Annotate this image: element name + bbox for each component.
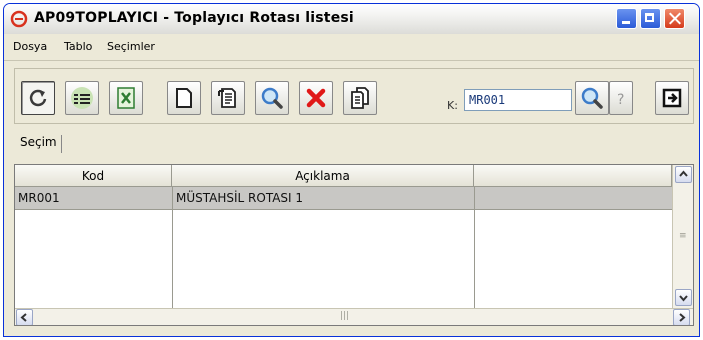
exit-icon [662,88,682,108]
table-row[interactable]: MR001 MÜSTAHSİL ROTASI 1 [15,187,672,210]
new-document-icon [176,88,192,108]
excel-export-button[interactable] [109,81,143,115]
toolbar: K: ? [14,68,694,124]
list-view-button[interactable] [65,81,99,115]
scroll-grip-icon: ||| [340,311,350,321]
chevron-left-icon [20,313,27,322]
scroll-up-button[interactable] [675,166,692,183]
app-window: AP09TOPLAYICI - Toplayıcı Rotası listesi… [3,3,700,337]
tab-secim[interactable]: Seçim [20,135,62,153]
edit-document-button[interactable] [211,81,245,115]
delete-icon [306,88,326,108]
close-button[interactable] [664,8,685,29]
find-button[interactable] [575,81,609,115]
minimize-button[interactable] [616,8,637,29]
chevron-right-icon [679,313,686,322]
window-title: AP09TOPLAYICI - Toplayıcı Rotası listesi [34,10,354,26]
search-button[interactable] [255,81,289,115]
chevron-down-icon [679,295,688,302]
menu-dosya[interactable]: Dosya [13,40,47,53]
cell-empty [474,187,672,209]
excel-export-icon [117,87,135,109]
column-divider [172,210,173,310]
copy-documents-button[interactable] [343,81,377,115]
maximize-button[interactable] [640,8,661,29]
new-document-button[interactable] [167,81,201,115]
refresh-button[interactable] [21,81,55,115]
cell-kod: MR001 [18,191,60,205]
find-icon [581,87,603,109]
scroll-grip-icon: ≡ [679,231,687,241]
vertical-scrollbar[interactable]: ≡ [672,165,693,308]
list-view-icon [71,87,93,109]
scroll-down-button[interactable] [675,289,692,306]
scroll-left-button[interactable] [16,309,33,325]
refresh-icon [29,89,47,107]
k-label: K: [447,99,458,112]
scroll-right-button[interactable] [673,309,690,325]
menu-bar: Dosya Tablo Seçimler [4,34,699,61]
chevron-up-icon [679,170,688,177]
exit-button[interactable] [655,81,689,115]
column-header-kod[interactable]: Kod [15,165,172,187]
search-icon [261,87,283,109]
delete-button[interactable] [299,81,333,115]
help-icon: ? [617,92,624,108]
app-logo-icon [10,10,28,28]
svg-text:?: ? [617,92,624,108]
route-list-grid: Kod Açıklama MR001 MÜSTAHSİL ROTASI 1 ≡ … [14,164,694,326]
title-bar[interactable]: AP09TOPLAYICI - Toplayıcı Rotası listesi [4,4,699,35]
horizontal-scrollbar[interactable]: ||| [15,308,693,325]
menu-secimler[interactable]: Seçimler [107,40,155,53]
column-header-aciklama[interactable]: Açıklama [172,165,474,187]
cell-aciklama: MÜSTAHSİL ROTASI 1 [172,187,474,209]
edit-document-icon [218,88,236,108]
menu-tablo[interactable]: Tablo [64,40,92,53]
column-divider [474,210,475,310]
help-button[interactable]: ? [609,81,633,115]
column-header-empty[interactable] [474,165,672,187]
copy-documents-icon [351,87,369,109]
code-search-input[interactable] [464,89,572,111]
